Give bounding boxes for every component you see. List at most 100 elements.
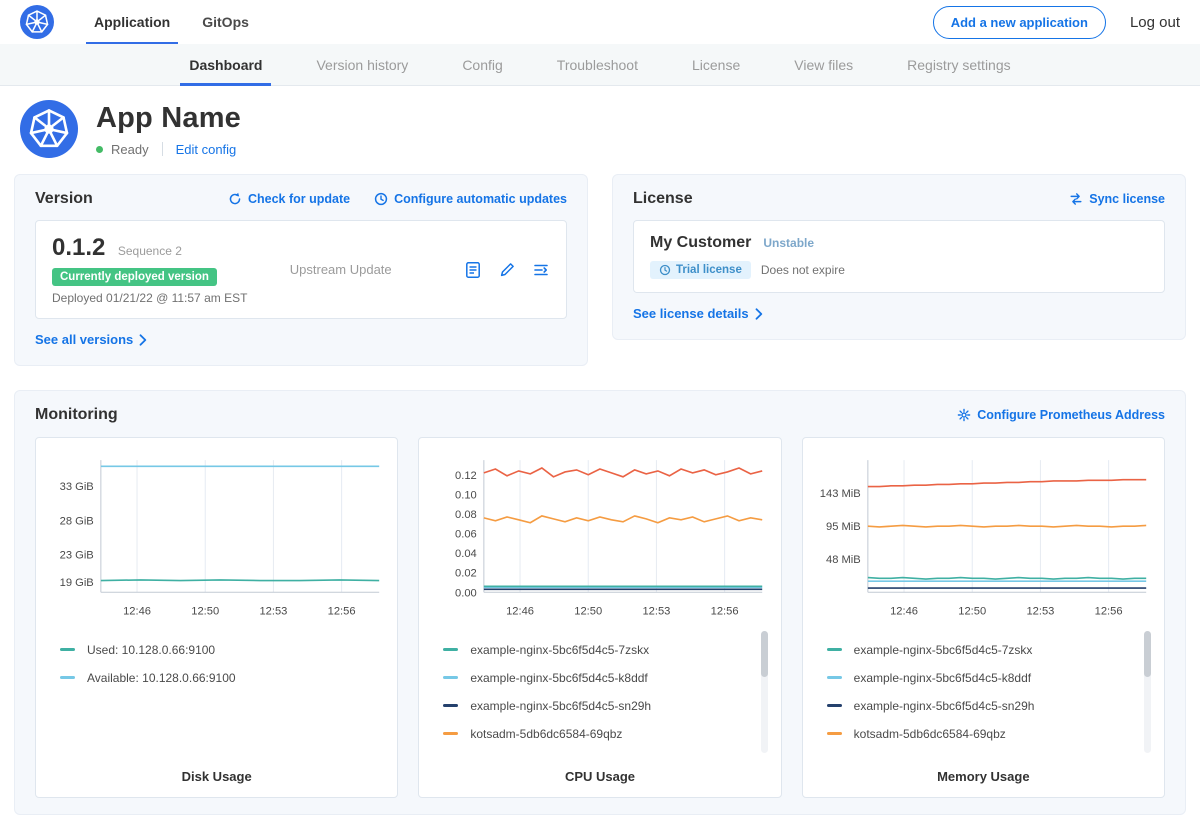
configure-prometheus-link[interactable]: Configure Prometheus Address [957,408,1165,422]
legend-label: example-nginx-5bc6f5d4c5-k8ddf [470,671,647,685]
app-header: App Name Ready Edit config [0,86,1200,174]
gear-icon [957,408,971,422]
sync-license-label: Sync license [1089,192,1165,206]
nav-tab-application-label: Application [94,14,170,30]
admin-console-page: Application GitOps Add a new application… [0,0,1200,827]
legend-swatch [443,732,458,735]
svg-text:12:56: 12:56 [328,606,356,618]
svg-text:0.00: 0.00 [455,587,477,599]
current-version-box: 0.1.2 Sequence 2 Currently deployed vers… [35,220,567,319]
legend-item: example-nginx-5bc6f5d4c5-sn29h [827,699,1138,713]
scrollbar-thumb[interactable] [761,631,768,677]
svg-text:19 GiB: 19 GiB [60,577,94,589]
see-all-versions-link[interactable]: See all versions [35,332,147,347]
edit-config-link[interactable]: Edit config [176,142,237,157]
cpu-usage-legend: example-nginx-5bc6f5d4c5-7zskx example-n… [429,629,770,755]
subnav-tab-label: View files [794,57,853,73]
svg-text:12:46: 12:46 [506,606,534,618]
release-notes-icon[interactable] [464,261,482,279]
subnav-tab-label: License [692,57,740,73]
legend-label: example-nginx-5bc6f5d4c5-sn29h [854,699,1035,713]
license-card: License Sync license My Customer Unstabl… [612,174,1186,340]
version-card: Version Check for update [14,174,588,366]
nav-tab-application[interactable]: Application [78,0,186,44]
auto-update-clock-icon [374,192,388,206]
trial-license-badge: Trial license [650,261,751,279]
svg-text:12:46: 12:46 [123,606,151,618]
kubernetes-logo-icon[interactable] [20,5,54,39]
monitoring-title: Monitoring [35,406,118,424]
memory-usage-legend: example-nginx-5bc6f5d4c5-7zskx example-n… [813,629,1154,755]
topnav-tabs: Application GitOps [78,0,265,44]
svg-text:95 MiB: 95 MiB [826,521,861,533]
edit-config-icon[interactable] [498,261,516,279]
legend-item: example-nginx-5bc6f5d4c5-7zskx [827,643,1138,657]
logout-button[interactable]: Log out [1130,14,1180,31]
chevron-right-icon [139,334,147,346]
see-all-versions-label: See all versions [35,332,133,347]
legend-item: example-nginx-5bc6f5d4c5-k8ddf [827,671,1138,685]
legend-item: example-nginx-5bc6f5d4c5-k8ddf [443,671,754,685]
license-box: My Customer Unstable Trial license Does … [633,220,1165,293]
svg-text:0.08: 0.08 [455,509,477,521]
svg-text:12:46: 12:46 [890,606,918,618]
cpu-usage-title: CPU Usage [429,755,770,784]
legend-swatch [60,676,75,679]
trial-clock-icon [659,264,671,276]
cpu-usage-panel: 12:4612:5012:5312:560.120.100.080.060.04… [418,437,781,798]
legend-swatch [827,704,842,707]
subnav-tab-dashboard[interactable]: Dashboard [162,44,289,85]
deploy-logs-icon[interactable] [532,261,550,279]
legend-item: kotsadm-5db6dc6584-69qbz [443,727,754,741]
legend-item: example-nginx-5bc6f5d4c5-7zskx [443,643,754,657]
see-license-details-link[interactable]: See license details [633,306,763,321]
chart-svg: 12:4612:5012:5312:560.120.100.080.060.04… [429,450,770,623]
subnav-tab-label: Troubleshoot [557,57,638,73]
current-version-number: 0.1.2 [52,234,105,261]
deployed-badge: Currently deployed version [52,268,217,286]
legend-label: kotsadm-5db6dc6584-69qbz [470,727,622,741]
subnav-tab-view-files[interactable]: View files [767,44,880,85]
sequence-label: Sequence 2 [118,244,182,258]
top-navbar: Application GitOps Add a new application… [0,0,1200,44]
license-card-title: License [633,190,693,208]
channel-label: Unstable [763,236,814,250]
legend-label: Available: 10.128.0.66:9100 [87,671,236,685]
svg-text:12:50: 12:50 [958,606,986,618]
disk-usage-panel: 12:4612:5012:5312:5633 GiB28 GiB23 GiB19… [35,437,398,798]
memory-usage-chart: 12:4612:5012:5312:56143 MiB95 MiB48 MiB [813,450,1154,623]
subnav-tab-config[interactable]: Config [435,44,529,85]
svg-text:12:50: 12:50 [191,606,219,618]
svg-text:0.02: 0.02 [455,568,477,580]
legend-item: Available: 10.128.0.66:9100 [60,671,371,685]
deployed-timestamp: Deployed 01/21/22 @ 11:57 am EST [52,291,247,305]
subnav-tab-label: Config [462,57,502,73]
scrollbar-thumb[interactable] [1144,631,1151,677]
legend-scrollbar[interactable] [761,631,768,753]
chart-svg: 12:4612:5012:5312:5633 GiB28 GiB23 GiB19… [46,450,387,623]
subnav-tab-version-history[interactable]: Version history [289,44,435,85]
legend-swatch [443,676,458,679]
divider [162,142,163,156]
nav-tab-gitops[interactable]: GitOps [186,0,265,44]
sync-license-link[interactable]: Sync license [1069,192,1165,206]
subnav-tab-troubleshoot[interactable]: Troubleshoot [530,44,665,85]
legend-swatch [60,648,75,651]
upstream-update-label: Upstream Update [290,262,392,277]
svg-text:12:53: 12:53 [259,606,287,618]
svg-text:23 GiB: 23 GiB [60,550,94,562]
subnav-tab-license[interactable]: License [665,44,767,85]
svg-text:12:53: 12:53 [643,606,671,618]
subnav-tab-label: Version history [316,57,408,73]
configure-automatic-updates-link[interactable]: Configure automatic updates [374,192,567,206]
legend-label: example-nginx-5bc6f5d4c5-7zskx [470,643,649,657]
nav-tab-gitops-label: GitOps [202,14,249,30]
svg-text:33 GiB: 33 GiB [60,481,94,493]
subnav-tab-registry-settings[interactable]: Registry settings [880,44,1037,85]
add-application-button[interactable]: Add a new application [933,6,1106,39]
check-for-update-link[interactable]: Check for update [228,192,350,206]
legend-scrollbar[interactable] [1144,631,1151,753]
svg-text:143 MiB: 143 MiB [819,488,860,500]
check-for-update-label: Check for update [248,192,350,206]
svg-text:12:56: 12:56 [711,606,739,618]
